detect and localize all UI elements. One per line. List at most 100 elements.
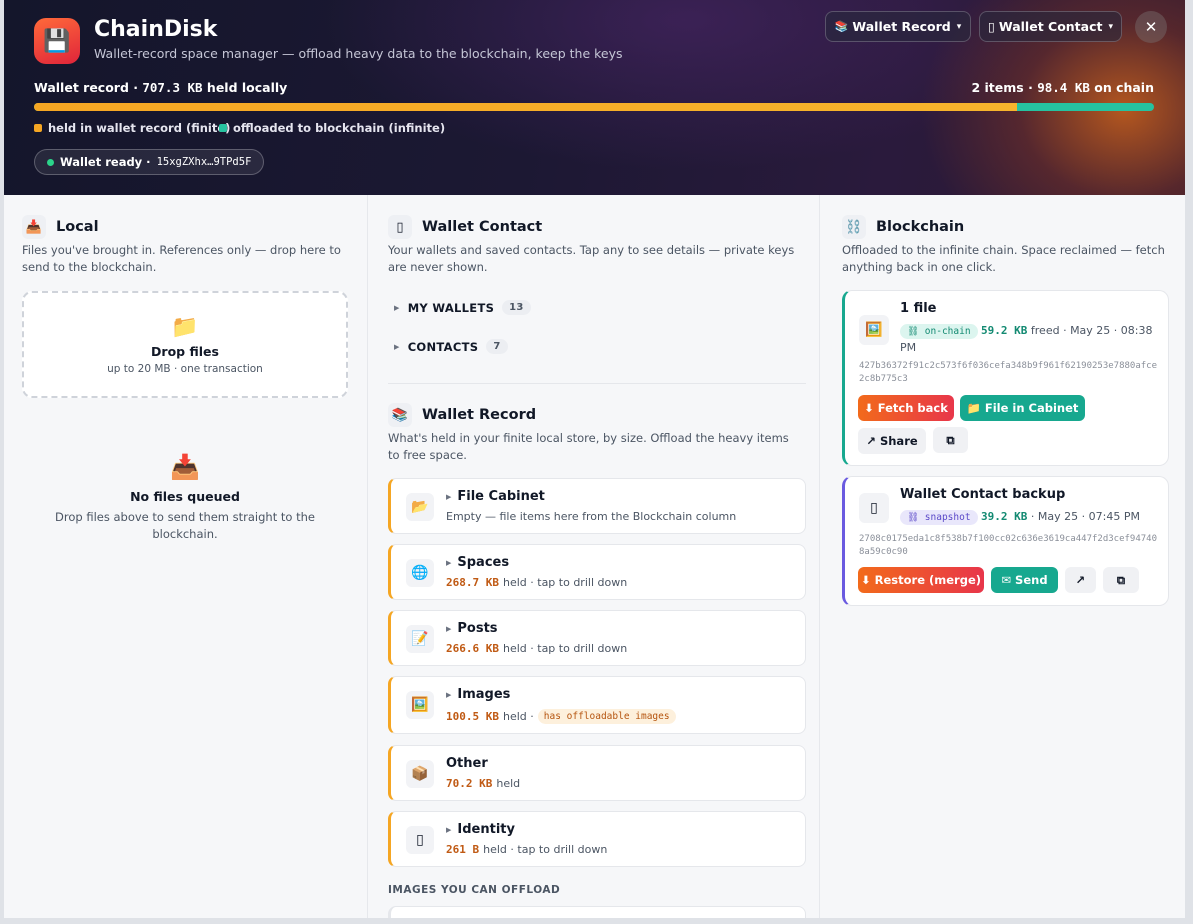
- record-item-subtitle: 100.5 KB held · has offloadable images: [446, 709, 676, 724]
- books-icon: 📚: [834, 20, 849, 33]
- chain-usage-prefix: 2 items ·: [971, 80, 1038, 95]
- chain-item-meta: ⛓ snapshot 39.2 KB · May 25 · 07:45 PM: [900, 509, 1180, 526]
- divider: [388, 383, 806, 384]
- section-contacts-count: 7: [486, 339, 508, 354]
- wallet-contact-heading: ▯ Wallet Contact: [388, 215, 542, 239]
- inbox-tray-icon: 📥: [170, 453, 200, 481]
- record-item-title-text: Other: [446, 756, 488, 771]
- legend-chain: offloaded to blockchain (infinite): [219, 121, 445, 135]
- local-column: 📥 Local Files you've brought in. Referen…: [4, 195, 366, 918]
- record-item-title-text: Posts: [457, 621, 498, 636]
- section-my-wallets[interactable]: ▶ MY WALLETS 13: [394, 300, 531, 315]
- wallet-record-button[interactable]: 📚 Wallet Record ▾: [825, 11, 971, 42]
- copy-icon[interactable]: ⧉: [933, 427, 968, 453]
- record-item-file-cabinet[interactable]: 📂 ▶ File Cabinet Empty — file items here …: [388, 478, 806, 534]
- copy-icon[interactable]: ⧉: [1103, 567, 1139, 593]
- share-button[interactable]: ↗ Share: [858, 428, 926, 454]
- chain-icon: ⛓️: [842, 215, 866, 239]
- package-icon: 📦: [406, 760, 434, 788]
- record-item-title: ▶ Spaces: [446, 555, 509, 570]
- chain-item-file[interactable]: 🖼️ 1 file ⛓ on-chain 59.2 KB freed · May…: [842, 290, 1169, 466]
- globe-icon: 🌐: [406, 559, 434, 587]
- wallet-status-pill[interactable]: Wallet ready · 15xgZXhx…9TPd5F: [34, 149, 265, 175]
- on-chain-badge: ⛓ on-chain: [900, 324, 978, 339]
- local-usage-prefix: Wallet record ·: [34, 80, 143, 95]
- phone-icon: ▯: [388, 215, 412, 239]
- record-item-identity[interactable]: ▯ ▶ Identity 261 Bheld · tap to drill dow…: [388, 811, 806, 867]
- record-item-title: ▶ File Cabinet: [446, 489, 545, 504]
- triangle-right-icon: ▶: [446, 558, 452, 567]
- record-item-size: 266.6 KB: [446, 642, 499, 655]
- phone-icon: ▯: [859, 493, 889, 523]
- record-item-size: 70.2 KB: [446, 777, 493, 790]
- wallet-address: 15xgZXhx…9TPd5F: [156, 156, 252, 168]
- record-item-title-text: Spaces: [457, 555, 510, 570]
- framed-picture-icon: 🖼️: [859, 315, 889, 345]
- wallet-contact-title: Wallet Contact: [422, 219, 543, 235]
- file-in-cabinet-button[interactable]: 📁 File in Cabinet: [960, 395, 1085, 421]
- offloadable-image-item[interactable]: [388, 906, 806, 918]
- record-item-title: ▶ Images: [446, 687, 510, 702]
- app-subtitle: Wallet-record space manager — offload he…: [94, 46, 623, 61]
- close-button[interactable]: ✕: [1135, 11, 1167, 43]
- blockchain-title: Blockchain: [876, 219, 965, 235]
- triangle-right-icon: ▶: [394, 303, 400, 312]
- wallet-column: ▯ Wallet Contact Your wallets and saved …: [367, 195, 820, 918]
- blockchain-description: Offloaded to the infinite chain. Space r…: [842, 243, 1165, 274]
- send-button[interactable]: ✉ Send: [991, 567, 1058, 593]
- triangle-right-icon: ▶: [446, 825, 452, 834]
- chain-usage-suffix: on chain: [1089, 80, 1154, 95]
- record-item-posts[interactable]: 📝 ▶ Posts 266.6 KB held · tap to drill dow…: [388, 610, 806, 666]
- folder-icon: 📁: [171, 314, 199, 340]
- app-title: ChainDisk: [94, 17, 218, 42]
- offloadable-images-badge: has offloadable images: [537, 709, 676, 724]
- record-item-title-text: Images: [457, 687, 511, 702]
- wallet-contact-button[interactable]: ▯ Wallet Contact ▾: [979, 11, 1122, 42]
- record-item-images[interactable]: 🖼️ ▶ Images 100.5 KB held · has offloadable…: [388, 676, 806, 734]
- legend-local: held in wallet record (finite): [34, 121, 230, 135]
- books-icon: 📚: [388, 403, 412, 427]
- record-item-spaces[interactable]: 🌐 ▶ Spaces 268.7 KB held · tap to drill do…: [388, 544, 806, 600]
- close-icon: ✕: [1144, 18, 1158, 36]
- inbox-tray-icon: 📥: [22, 215, 46, 239]
- dropzone-subtitle: up to 20 MB · one transaction: [107, 362, 263, 375]
- chain-item-size: 39.2 KB: [981, 510, 1028, 523]
- chain-item-date: · May 25 · 07:45 PM: [1030, 510, 1140, 523]
- file-dropzone[interactable]: 📁 Drop files up to 20 MB · one transacti…: [22, 291, 348, 398]
- section-contacts[interactable]: ▶ CONTACTS 7: [394, 339, 508, 354]
- chain-usage-size: 98.4 KB: [1037, 80, 1090, 95]
- fetch-back-button[interactable]: ⬇ Fetch back: [858, 395, 954, 421]
- record-item-subtitle-text: held · tap to drill down: [502, 642, 628, 655]
- wallet-record-title: Wallet Record: [422, 407, 537, 423]
- legend-local-label: held in wallet record (finite): [48, 121, 231, 135]
- wallet-record-description: What's held in your finite local store, …: [388, 431, 789, 462]
- empty-queue-title: No files queued: [130, 489, 240, 504]
- chain-item-contact-backup[interactable]: ▯ Wallet Contact backup ⛓ snapshot 39.2 …: [842, 476, 1169, 606]
- snapshot-badge: ⛓ snapshot: [900, 510, 978, 525]
- header: 💾 ChainDisk Wallet-record space manager …: [4, 0, 1185, 195]
- folder-icon: 📂: [406, 493, 434, 521]
- phone-icon: ▯: [987, 19, 995, 34]
- record-item-size: 261 B: [446, 843, 480, 856]
- record-item-title: ▶ Identity: [446, 822, 515, 837]
- record-item-subtitle: Empty — file items here from the Blockch…: [446, 510, 736, 523]
- record-item-title-text: File Cabinet: [457, 489, 545, 504]
- record-item-other[interactable]: 📦 Other 70.2 KB held: [388, 745, 806, 801]
- chain-item-size: 59.2 KB: [981, 324, 1028, 337]
- record-item-subtitle: 261 Bheld · tap to drill down: [446, 843, 607, 856]
- record-item-subtitle-text: held · tap to drill down: [483, 843, 608, 856]
- images-to-offload-heading: IMAGES YOU CAN OFFLOAD: [388, 884, 561, 896]
- empty-queue-description: Drop files above to send them straight t…: [55, 510, 315, 541]
- section-contacts-label: CONTACTS: [407, 339, 479, 354]
- memo-icon: 📝: [406, 625, 434, 653]
- floppy-disk-icon: 💾: [34, 18, 80, 64]
- storage-usage-bar: [34, 103, 1154, 111]
- wallet-record-heading: 📚 Wallet Record: [388, 403, 536, 427]
- triangle-right-icon: ▶: [394, 342, 400, 351]
- record-item-size: 100.5 KB: [446, 710, 499, 723]
- legend-local-swatch: [34, 124, 42, 132]
- restore-merge-button[interactable]: ⬇ Restore (merge): [858, 567, 984, 593]
- wallet-record-button-label: Wallet Record: [852, 19, 951, 34]
- share-icon[interactable]: ↗: [1065, 567, 1096, 593]
- section-my-wallets-count: 13: [502, 300, 531, 315]
